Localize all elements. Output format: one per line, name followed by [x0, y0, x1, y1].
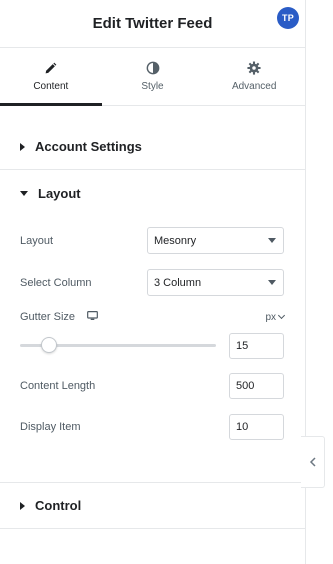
column-select-value: 3 Column — [154, 276, 202, 289]
section-layout-label: Layout — [38, 185, 81, 201]
tab-style[interactable]: Style — [102, 48, 204, 105]
panel-title: Edit Twitter Feed — [92, 15, 213, 32]
section-layout: Layout Layout Mesonry Select Column 3 Co… — [0, 170, 305, 483]
panel-header: Edit Twitter Feed TP — [0, 0, 305, 48]
layout-label: Layout — [20, 234, 54, 247]
tab-style-label: Style — [141, 81, 164, 92]
column-select[interactable]: 3 Column — [147, 269, 284, 296]
chevron-left-icon — [309, 457, 316, 467]
select-column-label: Select Column — [20, 276, 92, 289]
dropdown-arrow-icon — [268, 238, 276, 243]
contrast-icon — [146, 61, 160, 75]
section-layout-header[interactable]: Layout — [0, 170, 305, 216]
tab-content[interactable]: Content — [0, 48, 102, 106]
unit-label: px — [265, 311, 276, 323]
chevron-down-icon — [277, 311, 286, 320]
section-account-settings-label: Account Settings — [35, 139, 142, 154]
display-item-row: Display Item 10 — [20, 414, 284, 440]
display-item-input[interactable]: 10 — [229, 414, 284, 440]
content-length-row: Content Length 500 — [20, 373, 284, 399]
pencil-icon — [44, 61, 58, 75]
content-length-label: Content Length — [20, 380, 96, 392]
tab-advanced[interactable]: Advanced — [203, 48, 305, 105]
caret-right-icon — [20, 501, 25, 510]
panel-tabs: Content Style Advanced — [0, 48, 305, 106]
content-length-input[interactable]: 500 — [229, 373, 284, 399]
layout-select-value: Mesonry — [154, 234, 197, 247]
display-item-label: Display Item — [20, 421, 81, 433]
tab-advanced-label: Advanced — [231, 81, 277, 92]
desktop-icon[interactable] — [87, 308, 98, 326]
tp-badge[interactable]: TP — [277, 7, 299, 29]
caret-right-icon — [20, 142, 25, 151]
spacer — [0, 106, 305, 124]
layout-select[interactable]: Mesonry — [147, 227, 284, 254]
gutter-size-label: Gutter Size — [20, 311, 76, 323]
dropdown-arrow-icon — [268, 280, 276, 285]
layout-row: Layout Mesonry — [20, 227, 284, 254]
section-account-settings[interactable]: Account Settings — [0, 124, 305, 170]
section-control-label: Control — [35, 498, 82, 513]
gutter-label-group: Gutter Size — [20, 308, 98, 326]
unit-selector[interactable]: px — [265, 311, 286, 323]
gutter-size-input[interactable]: 15 — [229, 333, 284, 359]
gear-icon — [247, 61, 261, 75]
collapse-panel-button[interactable] — [301, 436, 325, 488]
caret-down-icon — [20, 190, 28, 196]
editor-panel: Edit Twitter Feed TP Content Style Advan… — [0, 0, 305, 564]
column-row: Select Column 3 Column — [20, 269, 284, 296]
section-control[interactable]: Control — [0, 483, 305, 529]
tab-content-label: Content — [33, 81, 69, 92]
gutter-row: Gutter Size px — [20, 308, 286, 326]
gutter-slider-handle[interactable] — [41, 337, 57, 353]
